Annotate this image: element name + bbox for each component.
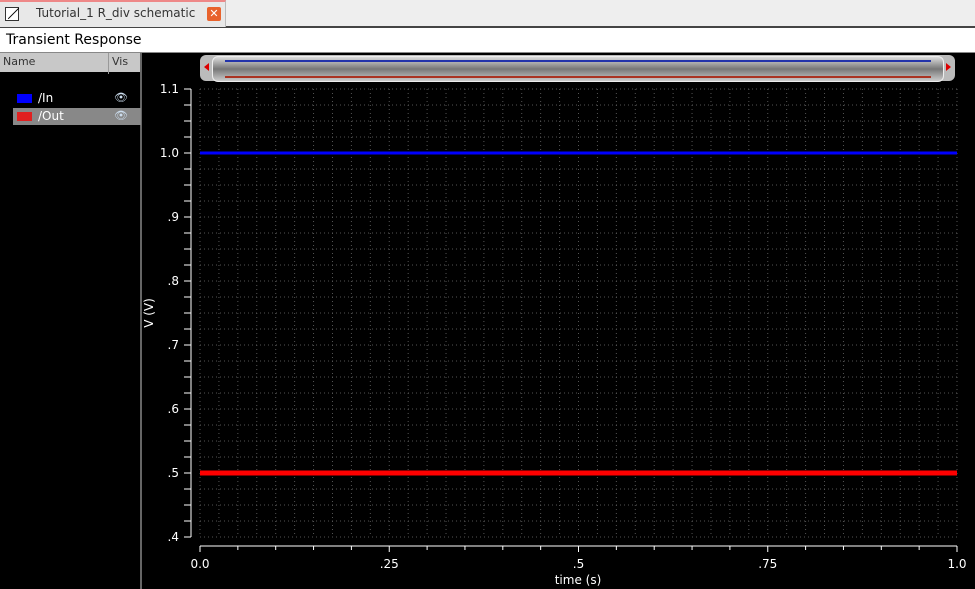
x-tick-label: .25 [380,557,399,571]
y-tick-label: 1.0 [160,146,179,160]
x-tick-label: 0.0 [190,557,209,571]
x-tick-label: .5 [573,557,584,571]
y-tick-label: .8 [168,274,179,288]
x-tick-label: .75 [758,557,777,571]
y-tick-label: .9 [168,210,179,224]
y-tick-label: 1.1 [160,82,179,96]
y-tick-label: .4 [168,530,179,544]
y-tick-label: .7 [168,338,179,352]
y-tick-label: .5 [168,466,179,480]
y-axis-label: V (V) [142,298,156,328]
x-axis-label: time (s) [555,573,602,587]
transient-chart: 1.1 1.0 .9 .8 .7 .6 .5 .4 0.0 .25 .5 .75 1.0 time (s… [142,82,967,587]
y-tick-label: .6 [168,402,179,416]
x-tick-label: 1.0 [947,557,966,571]
